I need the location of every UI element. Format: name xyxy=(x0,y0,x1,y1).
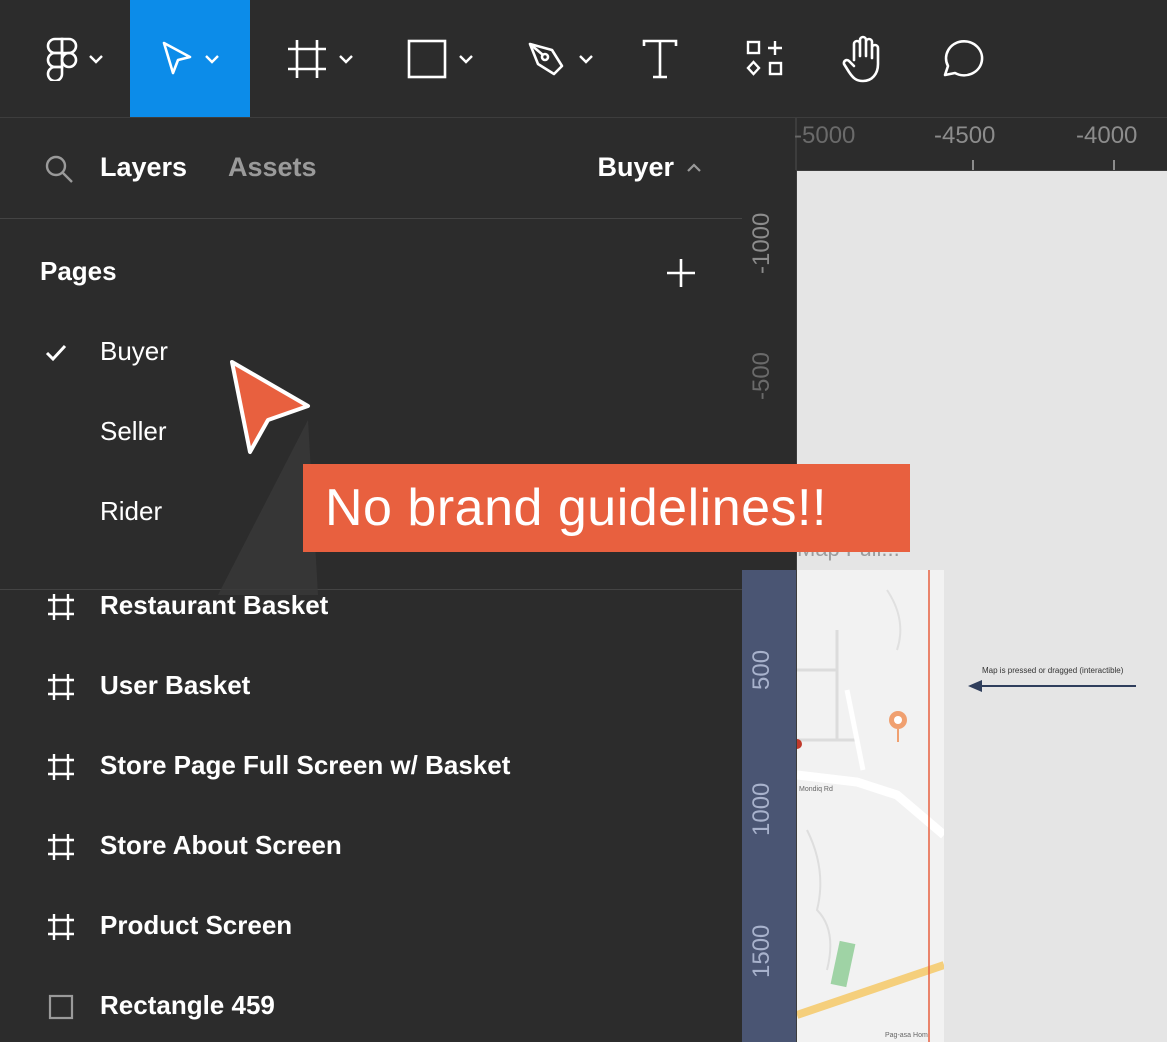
layer-item[interactable]: Product Screen xyxy=(0,898,742,958)
panel-tabs: Layers Assets Buyer xyxy=(0,118,742,219)
tab-assets[interactable]: Assets xyxy=(228,152,317,183)
hand-tool-button[interactable] xyxy=(830,0,895,117)
figma-logo-icon xyxy=(46,37,78,81)
layer-label: User Basket xyxy=(100,670,251,700)
ruler-top: -5000 -4500 -4000 xyxy=(742,118,1167,171)
ruler-left-label: 1500 xyxy=(748,924,775,978)
pen-icon xyxy=(528,42,564,75)
layer-item[interactable]: Store Page Full Screen w/ Basket xyxy=(0,738,742,798)
frame-icon xyxy=(288,39,326,78)
layer-item[interactable]: Store About Screen xyxy=(0,818,742,878)
chevron-down-icon xyxy=(579,54,593,64)
figma-menu-button[interactable] xyxy=(20,0,130,117)
comment-icon xyxy=(943,39,983,77)
plus-icon[interactable] xyxy=(664,256,698,290)
page-item-buyer[interactable]: Buyer xyxy=(100,336,168,367)
resources-icon xyxy=(746,40,783,76)
layer-label: Store Page Full Screen w/ Basket xyxy=(100,750,511,780)
chevron-down-icon xyxy=(89,54,103,64)
layer-label: Store About Screen xyxy=(100,830,342,860)
left-panel: Layers Assets Buyer Pages Buyer Seller R… xyxy=(0,118,743,1042)
layer-item[interactable]: Rectangle 459 xyxy=(0,978,742,1038)
chevron-down-icon xyxy=(339,54,353,64)
move-tool-button[interactable] xyxy=(130,0,250,117)
map-street-label: Mondiq Rd xyxy=(799,786,833,793)
ruler-left: -1000 -500 500 1000 1500 xyxy=(742,170,797,1042)
ruler-top-label: -5000 xyxy=(794,122,856,149)
frame-icon xyxy=(48,754,74,780)
current-page-label: Buyer xyxy=(597,152,674,182)
interaction-note[interactable]: Map is pressed or dragged (interactible) xyxy=(982,666,1123,675)
ruler-top-label: -4000 xyxy=(1076,122,1138,149)
text-tool-button[interactable] xyxy=(630,0,690,117)
pages-header: Pages xyxy=(40,256,117,286)
resources-tool-button[interactable] xyxy=(735,0,795,117)
page-item-rider[interactable]: Rider xyxy=(100,496,162,527)
frame-icon xyxy=(48,594,74,620)
layer-item[interactable]: User Basket xyxy=(0,658,742,718)
frame-icon xyxy=(48,834,74,860)
layer-label: Rectangle 459 xyxy=(100,990,275,1020)
callout-text: No brand guidelines!! xyxy=(325,479,827,537)
arrow-left-icon xyxy=(968,680,1136,692)
callout-banner: No brand guidelines!! xyxy=(303,464,910,552)
search-icon[interactable] xyxy=(44,154,74,184)
layer-label: Product Screen xyxy=(100,910,293,940)
check-icon xyxy=(45,344,67,362)
ruler-left-label: 1000 xyxy=(748,782,775,836)
comment-tool-button[interactable] xyxy=(928,0,993,117)
map-place-label: Pag-asa Hom xyxy=(885,1032,928,1039)
text-icon xyxy=(642,39,678,78)
pen-tool-button[interactable] xyxy=(510,0,610,117)
shape-tool-button[interactable] xyxy=(390,0,490,117)
map-image xyxy=(797,570,944,1042)
hand-icon xyxy=(842,35,879,82)
callout-pointer-icon xyxy=(230,360,310,454)
page-switcher[interactable]: Buyer xyxy=(597,152,702,183)
rectangle-icon xyxy=(48,994,74,1020)
chevron-down-icon xyxy=(459,54,473,64)
frame-icon xyxy=(48,914,74,940)
tab-layers[interactable]: Layers xyxy=(100,152,187,183)
ruler-left-label: 500 xyxy=(748,649,775,690)
cursor-arrow-icon xyxy=(162,41,192,74)
chevron-down-icon xyxy=(205,54,219,64)
frame-tool-button[interactable] xyxy=(270,0,370,117)
chevron-up-icon xyxy=(687,162,701,172)
layer-item[interactable]: Restaurant Basket xyxy=(0,578,742,638)
ruler-top-label: -4500 xyxy=(934,122,996,149)
ruler-left-label: -1000 xyxy=(748,212,775,274)
rectangle-icon xyxy=(407,39,447,78)
page-item-seller[interactable]: Seller xyxy=(100,416,166,447)
frame-icon xyxy=(48,674,74,700)
map-frame[interactable]: Mondiq Rd Pag-asa Hom xyxy=(797,570,944,1042)
ruler-left-label: -500 xyxy=(748,351,775,400)
toolbar xyxy=(0,0,1167,118)
